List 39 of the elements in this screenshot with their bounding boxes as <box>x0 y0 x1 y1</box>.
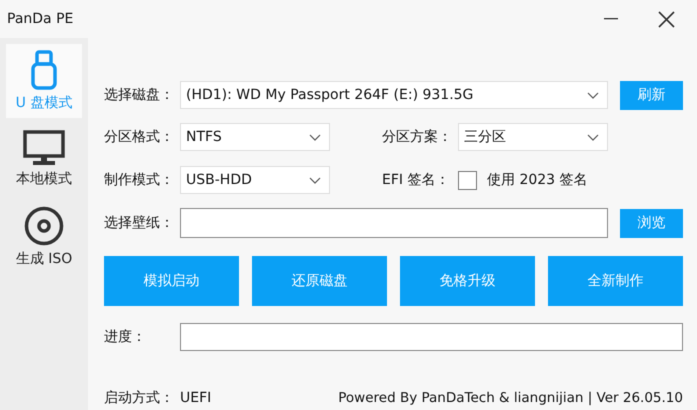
checkbox[interactable] <box>458 170 477 190</box>
make-mode-dropdown[interactable]: USB-HDD <box>180 166 330 194</box>
partition-scheme-dropdown[interactable]: 三分区 <box>458 123 608 151</box>
partition-scheme-label: 分区方案： <box>382 128 453 146</box>
wallpaper-path-field[interactable] <box>180 208 608 238</box>
usb-drive-icon <box>31 50 57 90</box>
monitor-icon <box>23 130 65 166</box>
sidebar-label: 本地模式 <box>16 170 72 188</box>
action-button[interactable]: 全新制作 <box>548 256 683 306</box>
chevron-down-icon <box>587 92 599 98</box>
close-icon[interactable] <box>658 10 675 28</box>
browse-button[interactable]: 浏览 <box>620 208 683 238</box>
credits-text: Powered By PanDaTech & liangnijian | Ver 26.05.10 <box>338 390 683 406</box>
action-button[interactable]: 还原磁盘 <box>252 256 387 306</box>
sidebar-item[interactable]: 本地模式 <box>6 122 82 196</box>
minimize-icon[interactable] <box>604 18 618 20</box>
disk-label: 选择磁盘： <box>104 86 175 104</box>
sidebar-item[interactable]: 生成 ISO <box>6 200 82 274</box>
wallpaper-label: 选择壁纸： <box>104 214 175 232</box>
chevron-down-icon <box>309 134 321 140</box>
progress-label: 进度： <box>104 328 147 346</box>
chevron-down-icon <box>587 134 599 140</box>
window-title: PanDa PE <box>7 11 74 27</box>
chevron-down-icon <box>309 176 321 184</box>
disc-icon <box>24 206 64 246</box>
partition-format-label: 分区格式： <box>104 128 175 146</box>
refresh-button[interactable]: 刷新 <box>620 80 683 110</box>
partition-format-dropdown[interactable]: NTFS <box>180 123 330 151</box>
checkbox-label: 使用 2023 签名 <box>487 171 588 189</box>
sidebar-item[interactable]: U 盘模式 <box>6 44 82 118</box>
make-mode-label: 制作模式： <box>104 171 175 189</box>
sidebar-label: 生成 ISO <box>16 250 72 268</box>
action-button[interactable]: 模拟启动 <box>104 256 239 306</box>
efi-label: EFI 签名： <box>382 171 450 189</box>
action-button[interactable]: 免格升级 <box>400 256 535 306</box>
boot-mode-label: 启动方式： <box>104 389 175 407</box>
sidebar-label: U 盘模式 <box>16 94 72 112</box>
boot-mode-value: UEFI <box>180 390 212 406</box>
disk-dropdown[interactable]: (HD1): WD My Passport 264F (E:) 931.5G <box>180 81 608 109</box>
